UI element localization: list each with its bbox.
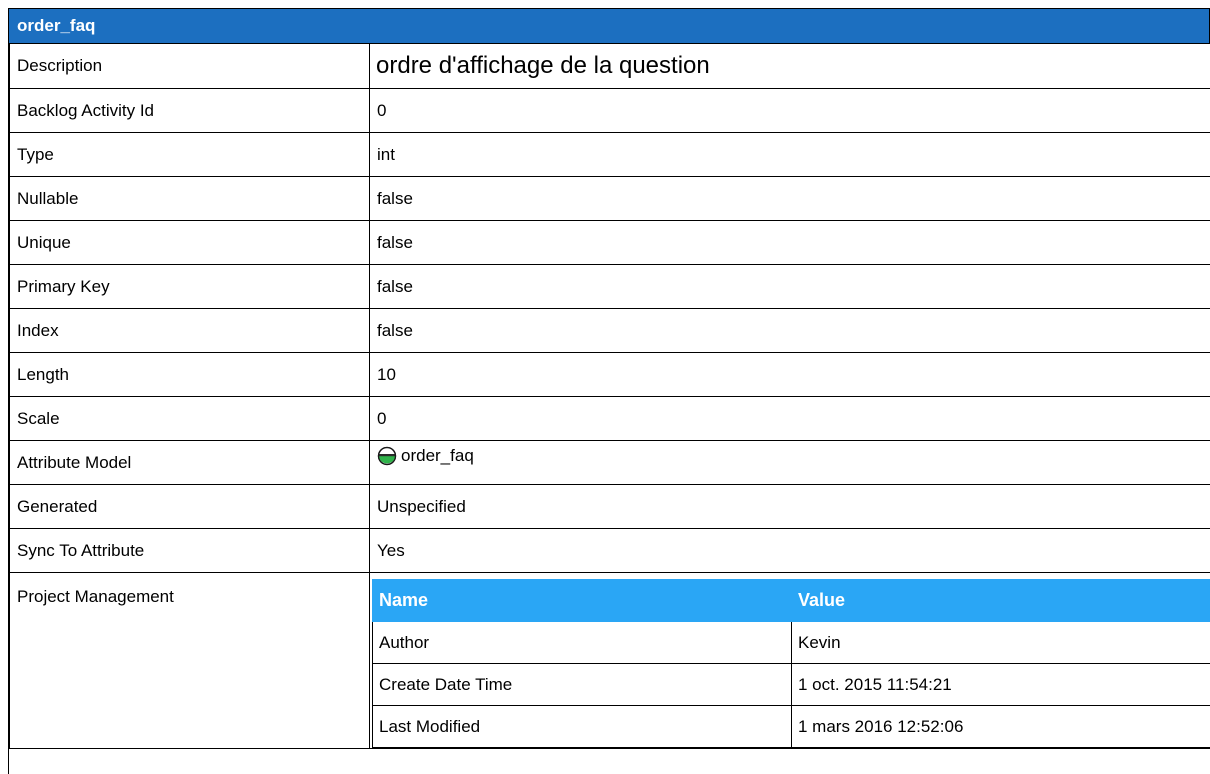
row-primary-key: Primary Key false [9, 264, 1210, 309]
row-key: Description [9, 43, 370, 89]
row-sync-to-attribute: Sync To Attribute Yes [9, 528, 1210, 573]
table-row: Last Modified 1 mars 2016 12:52:06 [372, 705, 1210, 748]
row-value: order_faq [369, 440, 1210, 485]
cell-name: Create Date Time [372, 663, 792, 706]
row-value: false [369, 220, 1210, 265]
row-key: Attribute Model [9, 440, 370, 485]
row-key: Nullable [9, 176, 370, 221]
row-value: Unspecified [369, 484, 1210, 529]
row-key: Backlog Activity Id [9, 88, 370, 133]
row-key: Primary Key [9, 264, 370, 309]
panel-title: order_faq [9, 9, 1210, 43]
row-attribute-model: Attribute Model order_faq [9, 440, 1210, 485]
cell-value: 1 oct. 2015 11:54:21 [791, 663, 1210, 706]
table-row: Author Kevin [372, 621, 1210, 664]
row-value: false [369, 264, 1210, 309]
row-value: ordre d'affichage de la question [369, 43, 1210, 89]
row-key: Scale [9, 396, 370, 441]
properties-table: Description ordre d'affichage de la ques… [9, 43, 1210, 749]
sub-header-row: Name Value [372, 579, 1210, 622]
row-key: Length [9, 352, 370, 397]
attribute-model-link[interactable]: order_faq [377, 446, 474, 466]
row-generated: Generated Unspecified [9, 484, 1210, 529]
row-value: 0 [369, 88, 1210, 133]
project-management-table: Name Value Author Kevin Create Date Time… [372, 579, 1210, 748]
row-type: Type int [9, 132, 1210, 177]
column-header-value: Value [791, 579, 1210, 622]
attribute-model-label: order_faq [401, 446, 474, 465]
row-backlog-activity-id: Backlog Activity Id 0 [9, 88, 1210, 133]
row-key: Generated [9, 484, 370, 529]
row-index: Index false [9, 308, 1210, 353]
row-key: Sync To Attribute [9, 528, 370, 573]
column-header-name: Name [372, 579, 792, 622]
row-nullable: Nullable false [9, 176, 1210, 221]
row-length: Length 10 [9, 352, 1210, 397]
row-key: Project Management [9, 572, 370, 749]
row-project-management: Project Management Name Value Author Kev… [9, 572, 1210, 749]
cell-name: Author [372, 621, 792, 664]
row-value: false [369, 308, 1210, 353]
row-key: Index [9, 308, 370, 353]
row-scale: Scale 0 [9, 396, 1210, 441]
row-value: 10 [369, 352, 1210, 397]
row-unique: Unique false [9, 220, 1210, 265]
row-value: int [369, 132, 1210, 177]
row-key: Unique [9, 220, 370, 265]
properties-panel: order_faq Description ordre d'affichage … [8, 8, 1210, 774]
table-row: Create Date Time 1 oct. 2015 11:54:21 [372, 663, 1210, 706]
attribute-icon [377, 446, 397, 466]
row-value: Yes [369, 528, 1210, 573]
cell-value: Kevin [791, 621, 1210, 664]
cell-name: Last Modified [372, 705, 792, 748]
row-value: false [369, 176, 1210, 221]
row-value: 0 [369, 396, 1210, 441]
row-value: Name Value Author Kevin Create Date Time… [369, 572, 1210, 749]
row-key: Type [9, 132, 370, 177]
row-description: Description ordre d'affichage de la ques… [9, 43, 1210, 89]
cell-value: 1 mars 2016 12:52:06 [791, 705, 1210, 748]
